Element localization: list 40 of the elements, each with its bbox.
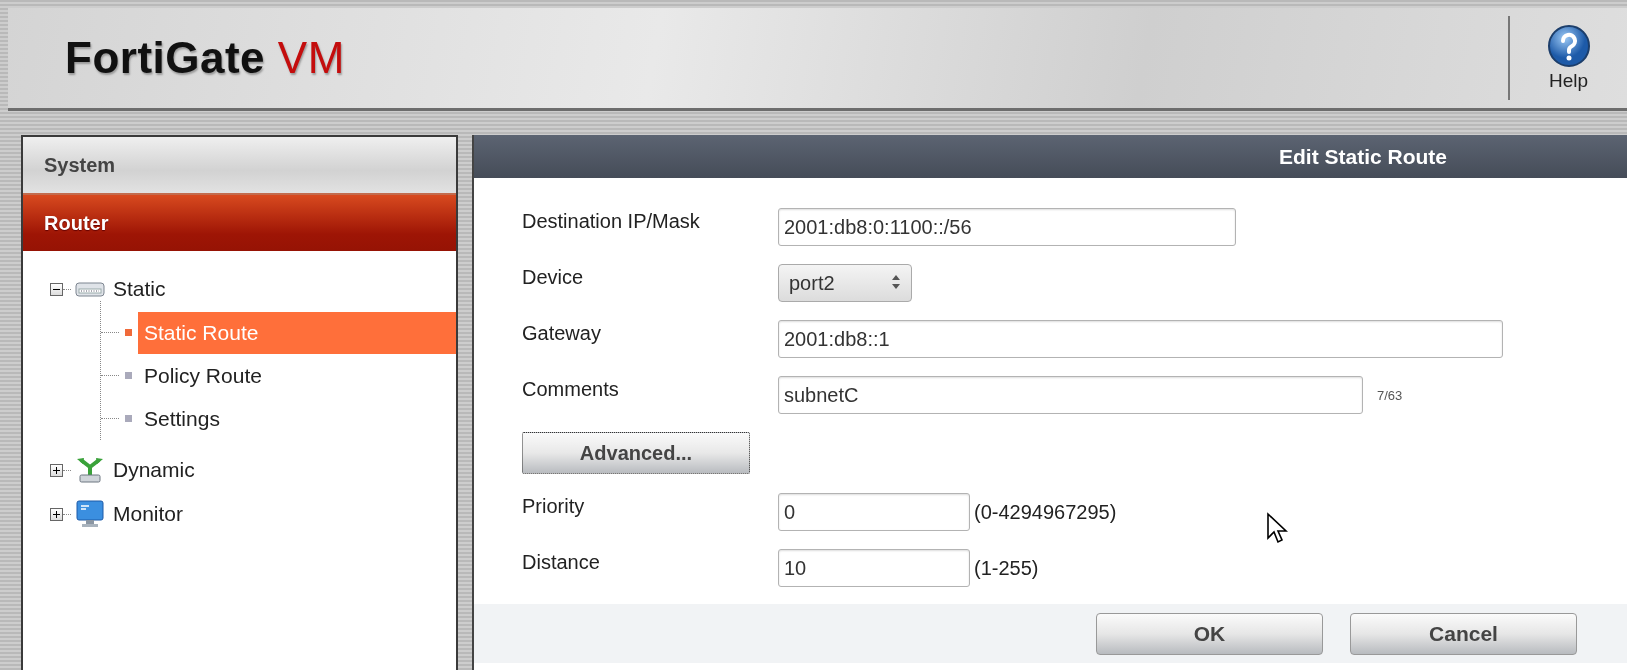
field-label: Priority [522,494,586,518]
dialog-button[interactable]: OK [1096,612,1323,655]
field-label: Destination IP/Mask [522,209,701,233]
input-field[interactable]: 10 [778,549,970,587]
tree-item[interactable]: Dynamic [113,458,195,482]
field-label: Gateway [522,321,602,345]
collapse-icon[interactable] [50,282,63,296]
input-field[interactable]: 2001:db8:0:1100::/56 [778,208,1236,246]
dialog-button[interactable]: Cancel [1350,612,1577,655]
field-label: Device [522,265,585,289]
menu-section[interactable]: System [23,137,456,195]
expand-icon[interactable] [50,507,63,521]
help-icon [1546,24,1591,68]
bullet-icon [125,372,132,379]
advanced-button[interactable]: Advanced... [522,432,750,474]
spinner-arrows-icon [891,273,901,290]
monitor-icon [75,499,105,529]
field-label: Comments [522,377,620,401]
input-field[interactable]: 0 [778,493,970,531]
bullet-icon [125,329,132,336]
tree-item[interactable]: Settings [138,397,456,440]
range-hint: (0-4294967295) [974,501,1117,524]
menu-section[interactable]: Router [23,195,456,251]
tree-item[interactable]: Static [113,277,166,301]
network-switch-icon [75,280,105,298]
expand-icon[interactable] [50,463,63,477]
tree-item[interactable]: Monitor [113,502,184,526]
tree-item[interactable]: Policy Route [138,354,456,397]
cursor-icon [1266,512,1290,546]
branch-arrows-icon [75,455,105,485]
product-logo: FortiGate VM [65,33,345,83]
field-label: Distance [522,550,601,574]
input-field[interactable]: subnetC [778,376,1363,414]
dialog-title: Edit Static Route [474,135,1627,178]
bullet-icon [125,415,132,422]
help-button[interactable]: Help [1510,24,1627,92]
range-hint: (1-255) [974,557,1039,580]
character-counter: 7/63 [1377,388,1403,403]
input-field[interactable]: 2001:db8::1 [778,320,1503,358]
device-dropdown[interactable]: port2 [778,264,912,302]
